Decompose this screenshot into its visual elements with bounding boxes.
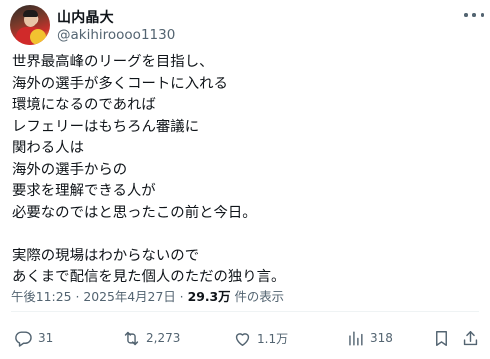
- more-options-icon[interactable]: [464, 8, 484, 22]
- post-card: 山内晶大 @akihiroooo1130 世界最高峰のリーグを目指し、 海外の選…: [0, 0, 490, 359]
- author-display-name[interactable]: 山内晶大: [57, 7, 114, 27]
- post-text-line: 関わる人は: [12, 140, 84, 156]
- repost-count: 2,273: [146, 331, 181, 345]
- share-button[interactable]: [461, 325, 480, 351]
- like-button[interactable]: 1.1万: [233, 325, 288, 351]
- author-handle[interactable]: @akihiroooo1130: [57, 27, 175, 43]
- meta-separator: ·: [75, 289, 80, 304]
- avatar[interactable]: [10, 5, 50, 45]
- like-icon: [235, 332, 250, 346]
- reply-icon: [15, 330, 32, 347]
- post-time[interactable]: 午後11:25: [11, 289, 72, 304]
- reply-button[interactable]: 31: [14, 325, 53, 351]
- post-text-line: 環境になるのであれば: [12, 97, 156, 113]
- post-text-line: あくまで配信を見た個人のただの独り言。: [12, 269, 286, 285]
- post-text-line: レフェリーはもちろん審議に: [12, 118, 200, 135]
- bookmark-icon: [436, 330, 447, 346]
- divider: [11, 311, 479, 312]
- post-text-line: [12, 224, 482, 246]
- like-count: 1.1万: [257, 331, 289, 346]
- post-text-line: 必要なのではと思ったこの前と今日。: [12, 204, 257, 221]
- reply-count: 31: [38, 331, 54, 345]
- view-count: 318: [370, 331, 393, 345]
- views-label: 件の表示: [234, 289, 285, 304]
- avatar-accent: [30, 29, 46, 45]
- post-text-line: 実際の現場はわからないので: [12, 247, 200, 264]
- post-text-line: 世界最高峰のリーグを目指し、: [12, 54, 214, 70]
- post-text-line: 海外の選手が多くコートに入れる: [12, 75, 228, 92]
- bookmark-button[interactable]: [432, 325, 451, 351]
- post-text-line: 要求を理解できる人が: [12, 183, 156, 199]
- post-date[interactable]: 2025年4月27日: [83, 289, 175, 304]
- share-icon: [463, 330, 478, 345]
- views-button[interactable]: 318: [346, 325, 393, 351]
- action-bar: 31 2,273 1.1万 318: [0, 325, 490, 351]
- post-text: 世界最高峰のリーグを目指し、 海外の選手が多くコートに入れる 環境になるのであれ…: [12, 52, 482, 289]
- analytics-icon: [349, 330, 363, 346]
- views-count: 29.3万: [187, 289, 231, 304]
- avatar-hair: [23, 10, 38, 17]
- repost-button[interactable]: 2,273: [122, 325, 180, 351]
- post-metadata: 午後11:25 · 2025年4月27日 · 29.3万 件の表示: [11, 287, 284, 305]
- repost-icon: [124, 331, 139, 345]
- meta-separator: ·: [179, 289, 184, 304]
- post-text-line: 海外の選手からの: [12, 161, 128, 178]
